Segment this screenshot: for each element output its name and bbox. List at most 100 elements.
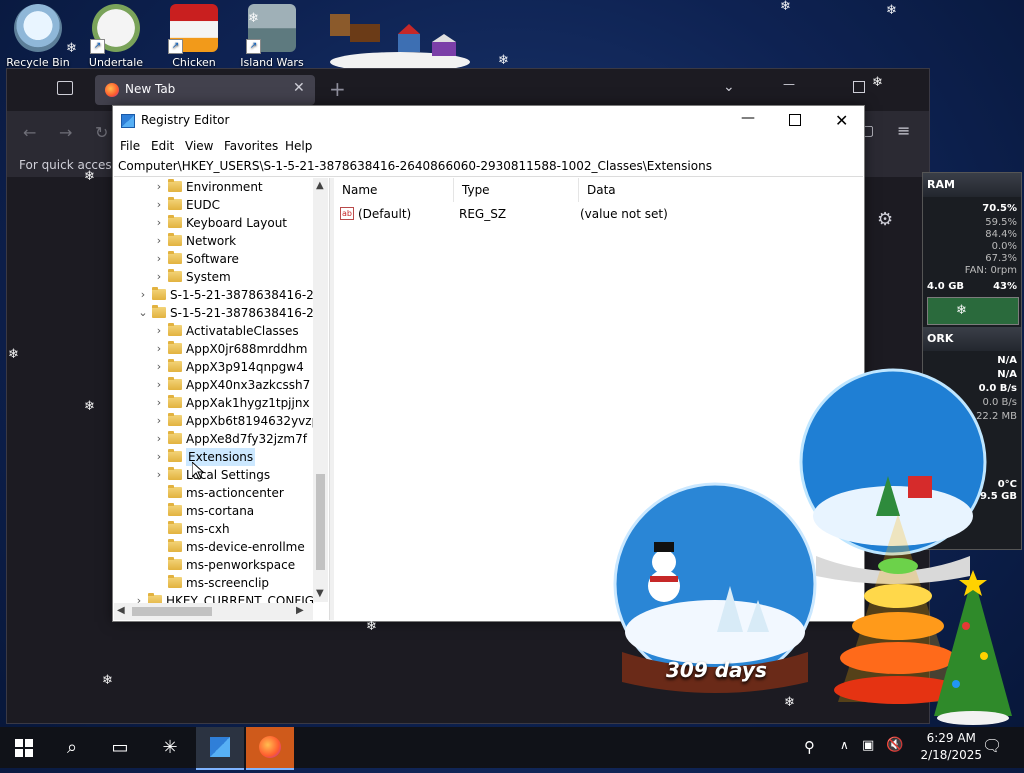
- folder-icon: [168, 323, 182, 336]
- tree-item[interactable]: ms-actioncenter: [114, 484, 314, 502]
- desktop-icon-chicken[interactable]: ↗ Chicken: [158, 4, 230, 69]
- scroll-up-icon[interactable]: ▲: [316, 180, 324, 191]
- column-header-data[interactable]: Data: [579, 178, 859, 202]
- tree-item[interactable]: › Keyboard Layout: [114, 214, 314, 232]
- menu-edit[interactable]: Edit: [151, 139, 174, 153]
- taskbar-app-firefox[interactable]: [246, 727, 294, 770]
- tree-item[interactable]: › AppXak1hygz1tpjjnx: [114, 394, 314, 412]
- reload-icon[interactable]: ↻: [95, 123, 108, 142]
- tree-item[interactable]: ms-cortana: [114, 502, 314, 520]
- chevron-right-icon[interactable]: ›: [154, 250, 164, 268]
- chevron-right-icon[interactable]: ›: [154, 394, 164, 412]
- tree-item-label: EUDC: [186, 198, 220, 212]
- key-tree-pane[interactable]: › Environment › EUDC › Keyboard Layout › Networ…: [114, 178, 328, 620]
- desktop-icon-recycle-bin[interactable]: Recycle Bin: [2, 4, 74, 69]
- notifications-icon[interactable]: 🗨: [982, 736, 1002, 755]
- value-row[interactable]: ab (Default) REG_SZ (value not set): [340, 205, 860, 223]
- tree-item[interactable]: › S-1-5-21-3878638416-26: [114, 286, 321, 304]
- address-bar[interactable]: Computer\HKEY_USERS\S-1-5-21-3878638416-…: [114, 156, 863, 177]
- chevron-right-icon[interactable]: ›: [154, 340, 164, 358]
- tree-item[interactable]: › AppX40nx3azkcssh7: [114, 376, 314, 394]
- firefox-tab-new-tab[interactable]: New Tab ✕: [95, 75, 315, 105]
- folder-icon: [168, 251, 182, 264]
- tree-vertical-scrollbar[interactable]: ▲ ▼: [313, 178, 328, 602]
- chevron-right-icon[interactable]: ›: [154, 448, 164, 466]
- tree-item[interactable]: › Local Settings: [114, 466, 314, 484]
- tree-item[interactable]: › System: [114, 268, 314, 286]
- tree-item[interactable]: › AppX3p914qnpgw4: [114, 358, 314, 376]
- show-hidden-icons-chevron[interactable]: ∧: [840, 738, 849, 752]
- chevron-right-icon[interactable]: ›: [154, 214, 164, 232]
- globe-days-label: 309 days: [666, 658, 767, 682]
- menu-file[interactable]: File: [120, 139, 140, 153]
- tree-item[interactable]: ms-penworkspace: [114, 556, 314, 574]
- snowflake-icon: ❄: [8, 347, 19, 362]
- tree-item[interactable]: ⌄ S-1-5-21-3878638416-26: [114, 304, 321, 322]
- tree-item-label: AppX40nx3azkcssh7: [186, 378, 311, 392]
- taskbar-app-regedit[interactable]: [196, 727, 244, 770]
- maximize-icon[interactable]: [853, 81, 865, 93]
- scroll-left-icon[interactable]: ◀: [117, 605, 125, 616]
- tree-item[interactable]: ms-cxh: [114, 520, 314, 538]
- scroll-thumb-horizontal[interactable]: [132, 607, 212, 616]
- tree-item[interactable]: › ActivatableClasses: [114, 322, 314, 340]
- folder-icon: [168, 269, 182, 282]
- column-header-type[interactable]: Type: [454, 178, 579, 202]
- minimize-button[interactable]: —: [741, 110, 755, 126]
- tab-title: New Tab: [125, 82, 176, 96]
- minimize-icon[interactable]: —: [783, 77, 795, 91]
- back-icon[interactable]: ←: [23, 123, 36, 142]
- chevron-right-icon[interactable]: ›: [154, 268, 164, 286]
- tab-overview-icon[interactable]: [57, 81, 73, 95]
- hamburger-menu-icon[interactable]: ≡: [897, 121, 910, 140]
- settings-gear-icon[interactable]: ⚙: [877, 209, 893, 230]
- people-icon[interactable]: ⚲: [804, 738, 815, 756]
- tree-item[interactable]: › Network: [114, 232, 314, 250]
- tree-item[interactable]: ms-device-enrollme: [114, 538, 314, 556]
- snowflake-icon: ❄: [780, 0, 791, 14]
- folder-icon: [168, 377, 182, 390]
- tree-item[interactable]: › AppXe8d7fy32jzm7f: [114, 430, 314, 448]
- tree-item[interactable]: › AppX0jr688mrddhm: [114, 340, 314, 358]
- tree-horizontal-scrollbar[interactable]: ◀ ▶: [114, 603, 313, 620]
- chevron-right-icon[interactable]: ›: [154, 196, 164, 214]
- chevron-down-icon[interactable]: ⌄: [138, 304, 148, 322]
- menu-favorites[interactable]: Favorites: [224, 139, 278, 153]
- tree-item[interactable]: › EUDC: [114, 196, 314, 214]
- chevron-right-icon[interactable]: ›: [154, 376, 164, 394]
- tree-item[interactable]: › Software: [114, 250, 314, 268]
- chevron-right-icon[interactable]: ›: [154, 466, 164, 484]
- taskbar-app-snowflake[interactable]: ✳: [146, 727, 194, 768]
- volume-tray-icon[interactable]: 🔇: [886, 737, 903, 753]
- network-tray-icon[interactable]: ▣: [862, 738, 874, 753]
- chevron-right-icon[interactable]: ›: [154, 232, 164, 250]
- scroll-right-icon[interactable]: ▶: [296, 605, 304, 616]
- list-tabs-chevron-icon[interactable]: ⌄: [723, 79, 735, 95]
- close-tab-icon[interactable]: ✕: [293, 80, 305, 96]
- chevron-right-icon[interactable]: ›: [154, 358, 164, 376]
- search-button[interactable]: ⌕: [48, 727, 96, 768]
- menu-view[interactable]: View: [185, 139, 213, 153]
- taskbar-clock[interactable]: 6:29 AM 2/18/2025: [920, 730, 982, 764]
- tree-item-selected[interactable]: › Extensions: [114, 448, 314, 466]
- chevron-right-icon[interactable]: ›: [154, 412, 164, 430]
- chevron-right-icon[interactable]: ›: [154, 178, 164, 196]
- close-button[interactable]: ✕: [835, 111, 848, 130]
- start-button[interactable]: [0, 727, 48, 768]
- desktop-icon-undertale[interactable]: ↗ Undertale: [80, 4, 152, 69]
- scroll-down-icon[interactable]: ▼: [316, 588, 324, 599]
- maximize-button[interactable]: [789, 114, 801, 126]
- scroll-thumb[interactable]: [316, 474, 325, 570]
- chevron-right-icon[interactable]: ›: [154, 430, 164, 448]
- column-header-name[interactable]: Name: [334, 178, 454, 202]
- tree-item[interactable]: › Environment: [114, 178, 314, 196]
- tree-item[interactable]: › AppXb6t8194632yvzp: [114, 412, 319, 430]
- forward-icon[interactable]: →: [59, 123, 72, 142]
- task-view-button[interactable]: ▭: [96, 727, 144, 768]
- new-tab-icon[interactable]: +: [329, 77, 346, 101]
- snowflake-icon: ❄: [784, 695, 795, 710]
- tree-item[interactable]: ms-screenclip: [114, 574, 314, 592]
- menu-help[interactable]: Help: [285, 139, 312, 153]
- chevron-right-icon[interactable]: ›: [138, 286, 148, 304]
- chevron-right-icon[interactable]: ›: [154, 322, 164, 340]
